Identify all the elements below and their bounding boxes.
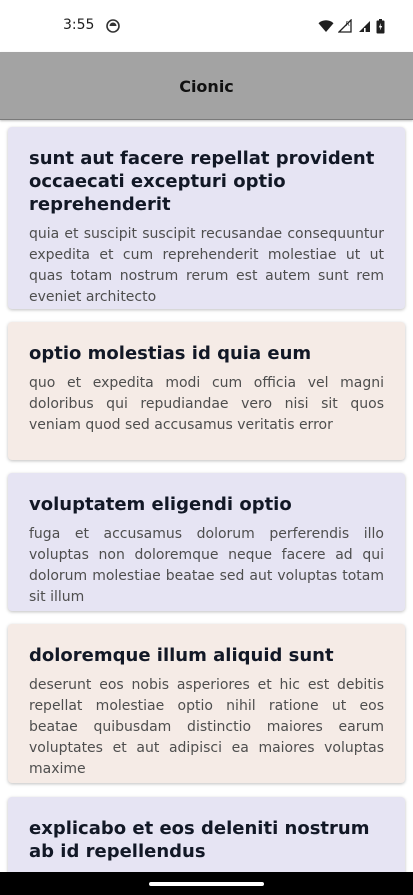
post-title: explicabo et eos deleniti nostrum ab id … — [29, 818, 370, 862]
app-notification-icon — [106, 19, 120, 33]
signal-roaming-icon: R — [338, 19, 352, 33]
post-body: deserunt eos nobis asperiores et hic est… — [29, 677, 384, 777]
app-bar: Cionic — [0, 52, 413, 120]
signal-icon — [359, 21, 370, 32]
svg-text:R: R — [346, 21, 350, 28]
post-body: quia et suscipit suscipit recusandae con… — [29, 226, 384, 305]
post-title: optio molestias id quia eum — [29, 343, 312, 364]
post-list[interactable]: sunt aut facere repellat provident occae… — [0, 120, 413, 875]
home-gesture-handle[interactable] — [149, 882, 264, 886]
status-time: 3:55 — [63, 17, 95, 33]
post-card[interactable]: optio molestias id quia eum quo et exped… — [8, 322, 405, 460]
post-card[interactable]: doloremque illum aliquid sunt deserunt e… — [8, 624, 405, 783]
post-card[interactable]: sunt aut facere repellat provident occae… — [8, 127, 405, 309]
app-title: Cionic — [179, 77, 234, 96]
post-card[interactable]: explicabo et eos deleniti nostrum ab id … — [8, 797, 405, 875]
post-body: quo et expedita modi cum officia vel mag… — [29, 375, 384, 433]
wifi-icon — [318, 20, 334, 32]
system-nav-bar — [0, 872, 413, 895]
post-title: sunt aut facere repellat provident occae… — [29, 148, 375, 215]
post-card[interactable]: voluptatem eligendi optio fuga et accusa… — [8, 473, 405, 611]
status-icons: R — [318, 17, 385, 35]
post-title: voluptatem eligendi optio — [29, 494, 292, 515]
status-bar: 3:55 R — [0, 0, 413, 52]
battery-icon — [376, 18, 385, 33]
post-body: fuga et accusamus dolorum perferendis il… — [29, 526, 384, 605]
post-title: doloremque illum aliquid sunt — [29, 645, 334, 666]
